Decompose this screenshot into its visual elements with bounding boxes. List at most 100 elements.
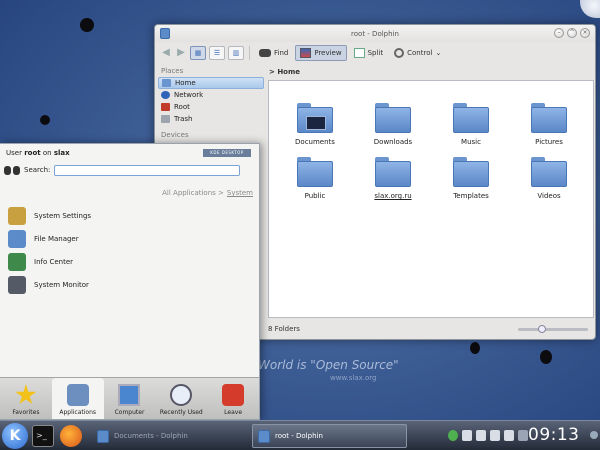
split-icon — [353, 48, 365, 58]
file-manager-icon — [8, 229, 26, 248]
menu-item-system-settings[interactable]: System Settings — [8, 204, 253, 227]
icons-view-button[interactable]: ▦ — [190, 46, 206, 60]
preview-button[interactable]: Preview — [295, 45, 347, 61]
clock[interactable]: 09:13 — [528, 425, 580, 445]
search-row: Search: — [4, 164, 241, 176]
folder-documents[interactable]: Documents — [283, 103, 347, 146]
applications-icon — [66, 384, 89, 406]
task-documents-dolphin[interactable]: Documents - Dolphin — [92, 424, 242, 448]
folder-label: Documents — [295, 138, 335, 146]
window-title: root - Dolphin — [351, 29, 399, 38]
firefox-icon[interactable] — [60, 425, 82, 447]
expand-arrow-icon[interactable] — [518, 430, 528, 441]
back-arrow-icon[interactable]: ◀ — [160, 47, 172, 59]
status-bar: 8 Folders — [266, 321, 594, 337]
info-center-icon — [8, 252, 26, 271]
folder-downloads[interactable]: Downloads — [361, 103, 425, 146]
folder-label: Music — [461, 138, 481, 146]
folder-label: Downloads — [373, 138, 413, 146]
maximize-button[interactable]: ^ — [567, 28, 577, 38]
wallpaper-text: World is "Open Source" — [258, 358, 399, 372]
tab-label: Recently Used — [159, 409, 203, 416]
details-view-button[interactable]: ☰ — [209, 46, 225, 60]
title-bar[interactable]: root - Dolphin – ^ × — [155, 25, 595, 42]
place-label: Home — [175, 79, 196, 87]
task-label: root - Dolphin — [275, 432, 323, 440]
breadcrumb-all-applications[interactable]: All Applications > — [162, 189, 224, 197]
folder-icon — [375, 103, 411, 133]
preview-label: Preview — [314, 49, 342, 57]
breadcrumb-home[interactable]: Home — [277, 68, 300, 76]
wallpaper-url: www.slax.org — [330, 374, 377, 382]
menu-item-label: System Monitor — [34, 280, 89, 289]
power-icon — [222, 384, 245, 406]
forward-arrow-icon[interactable]: ▶ — [175, 47, 187, 59]
tab-label: Computer — [114, 409, 145, 416]
menu-item-file-manager[interactable]: File Manager — [8, 227, 253, 250]
user-name: root — [24, 149, 41, 157]
taskbar: K >_ Documents - Dolphin root - Dolphin … — [0, 420, 600, 450]
menu-item-label: File Manager — [34, 234, 79, 243]
close-button[interactable]: × — [580, 28, 590, 38]
kde-menu-button[interactable]: K — [2, 423, 28, 449]
control-button[interactable]: Control ⌄ — [390, 45, 445, 61]
settings-icon — [8, 206, 26, 225]
wallpaper-blob — [470, 342, 480, 354]
folder-label: Templates — [453, 192, 489, 200]
place-item-root[interactable]: Root — [158, 101, 264, 113]
breadcrumb[interactable]: > Home — [266, 65, 594, 79]
preview-icon — [300, 48, 312, 58]
place-item-trash[interactable]: Trash — [158, 113, 264, 125]
clock-icon — [170, 384, 193, 406]
place-item-network[interactable]: Network — [158, 89, 264, 101]
place-label: Network — [174, 91, 204, 99]
folder-pictures[interactable]: Pictures — [517, 103, 581, 146]
split-button[interactable]: Split — [350, 45, 388, 61]
tab-applications[interactable]: Applications — [51, 378, 104, 419]
tab-label: Leave — [224, 409, 243, 416]
panel-toolbox-icon[interactable] — [590, 431, 598, 439]
desktop-corner-button[interactable] — [580, 0, 600, 18]
device-notifier-icon[interactable] — [504, 430, 514, 441]
system-tray — [448, 430, 528, 441]
file-view-panel: > Home Documents Downloads Music Picture… — [266, 65, 594, 339]
find-button[interactable]: Find — [255, 45, 292, 61]
tab-computer[interactable]: Computer — [104, 378, 156, 419]
folder-music[interactable]: Music — [439, 103, 503, 146]
folder-templates[interactable]: Templates — [439, 157, 503, 200]
folder-slax-org-ru[interactable]: slax.org.ru — [361, 157, 425, 200]
zoom-slider[interactable] — [518, 325, 588, 333]
terminal-icon[interactable]: >_ — [32, 425, 54, 447]
search-label: Search: — [24, 166, 51, 174]
dolphin-icon — [97, 429, 109, 443]
zoom-slider-handle[interactable] — [538, 325, 546, 333]
folder-label: Pictures — [535, 138, 563, 146]
tab-recently-used[interactable]: Recently Used — [155, 378, 207, 419]
computer-icon — [118, 384, 141, 406]
star-icon — [15, 384, 37, 405]
toolbar: ◀ ▶ ▦ ☰ ▥ Find Preview Split Control ⌄ — [155, 42, 595, 64]
network-status-icon[interactable] — [448, 430, 458, 441]
tab-leave[interactable]: Leave — [207, 378, 259, 419]
menu-item-label: System Settings — [34, 211, 92, 220]
minimize-button[interactable]: – — [554, 28, 564, 38]
folder-public[interactable]: Public — [283, 157, 347, 200]
columns-view-button[interactable]: ▥ — [228, 46, 244, 60]
control-label: Control — [407, 49, 433, 57]
task-root-dolphin[interactable]: root - Dolphin — [252, 424, 407, 448]
user-prefix: User — [6, 149, 22, 157]
menu-item-system-monitor[interactable]: System Monitor — [8, 273, 253, 296]
toolbar-separator — [249, 46, 250, 60]
folder-icon — [297, 103, 333, 133]
folder-videos[interactable]: Videos — [517, 157, 581, 200]
display-icon[interactable] — [490, 430, 500, 441]
trash-icon — [161, 115, 170, 123]
search-input[interactable] — [54, 164, 241, 176]
volume-icon[interactable] — [476, 430, 486, 441]
menu-item-info-center[interactable]: Info Center — [8, 250, 253, 273]
place-item-home[interactable]: Home — [158, 77, 264, 89]
wallpaper-blob — [80, 18, 94, 32]
tab-favorites[interactable]: Favorites — [0, 378, 52, 419]
breadcrumb-system[interactable]: System — [227, 189, 253, 197]
clipboard-icon[interactable] — [462, 430, 472, 441]
